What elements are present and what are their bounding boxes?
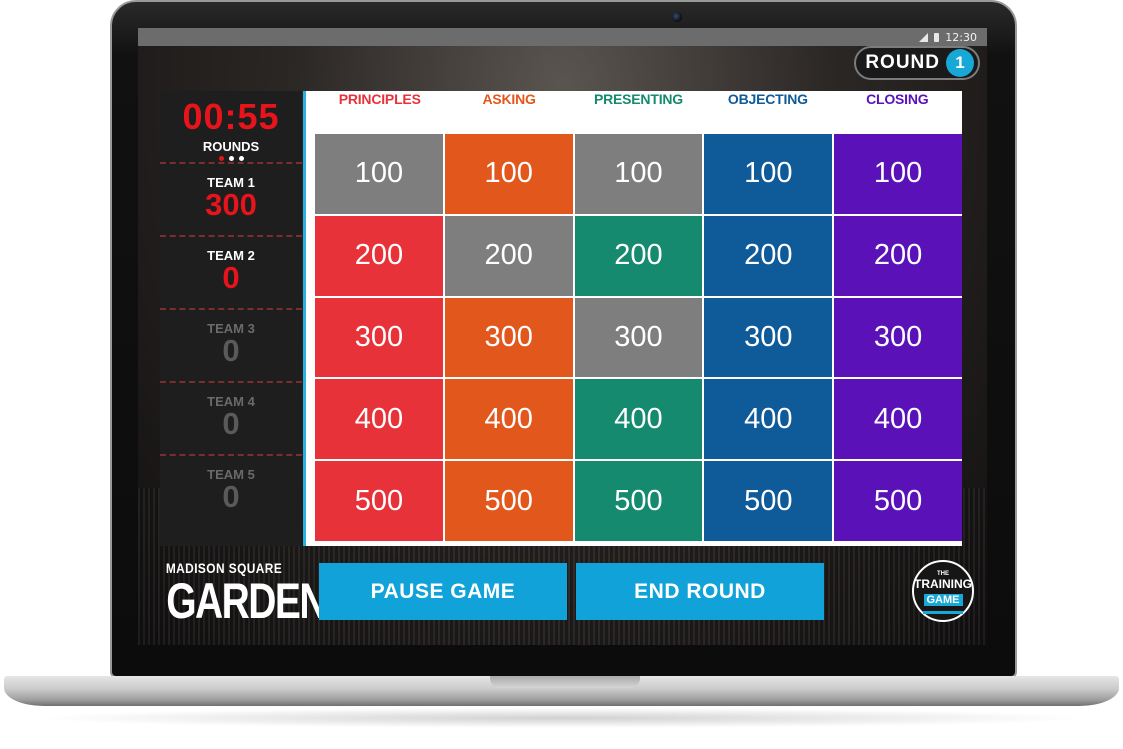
round-dot [218, 156, 224, 161]
logo-underline [923, 611, 963, 614]
category-closing: CLOSING [866, 91, 929, 107]
question-tile[interactable]: 400 [834, 379, 962, 460]
team-2-card: TEAM 2 0 [160, 237, 302, 310]
camera-icon [672, 12, 682, 22]
question-tile[interactable]: 100 [574, 134, 703, 214]
team-score: 0 [222, 333, 240, 368]
question-tile[interactable]: 500 [444, 461, 573, 541]
game-screen: 12:30 ROUND 1 00:55 ROUNDS TEAM 1 300 TE… [138, 28, 987, 645]
pause-game-button[interactable]: PAUSE GAME [319, 563, 567, 620]
question-tile[interactable]: 100 [315, 134, 443, 214]
round-dot [228, 156, 234, 161]
round-indicator: ROUND 1 [854, 46, 980, 80]
question-tile[interactable]: 200 [704, 215, 833, 296]
category-objecting: OBJECTING [727, 91, 808, 107]
battery-icon [934, 32, 940, 42]
question-tile[interactable]: 500 [315, 461, 443, 541]
category-asking: ASKING [482, 91, 536, 107]
question-tile[interactable]: 300 [704, 297, 833, 378]
question-tile[interactable]: 200 [315, 215, 443, 296]
question-tile[interactable]: 500 [704, 461, 833, 541]
team-score: 300 [205, 187, 257, 222]
game-board: PRINCIPLES ASKING PRESENTING OBJECTING C… [303, 91, 962, 546]
team-score: 0 [222, 479, 240, 514]
question-tile[interactable]: 500 [834, 461, 962, 541]
rounds-label: ROUNDS [202, 139, 260, 154]
question-tile[interactable]: 100 [444, 134, 573, 214]
team-score: 0 [222, 260, 240, 295]
status-time: 12:30 [945, 30, 977, 44]
training-game-logo: THE TRAINING GAME [912, 560, 974, 622]
question-tile[interactable]: 100 [704, 134, 833, 214]
logo-game: GAME [923, 594, 963, 606]
round-number-badge: 1 [946, 49, 974, 77]
question-tile[interactable]: 300 [834, 297, 962, 378]
team-5-card: TEAM 5 0 [160, 456, 302, 529]
question-tile[interactable]: 400 [704, 379, 833, 460]
category-header-row: PRINCIPLES ASKING PRESENTING OBJECTING C… [315, 91, 962, 133]
countdown-timer: 00:55 [182, 96, 280, 137]
team-1-card: TEAM 1 300 [160, 164, 302, 237]
question-tile[interactable]: 400 [444, 379, 573, 460]
round-label: ROUND [865, 52, 940, 73]
team-3-card: TEAM 3 0 [160, 310, 302, 383]
question-tile[interactable]: 300 [444, 297, 573, 378]
laptop-base [4, 676, 1119, 706]
end-round-button[interactable]: END ROUND [576, 563, 824, 620]
question-grid: 100 100 100 100 100 200 200 200 200 200 300 300 300 3… [315, 134, 962, 541]
signal-icon [919, 32, 929, 42]
question-tile[interactable]: 200 [834, 215, 962, 296]
venue-logo-bottom: GARDEN [166, 573, 327, 629]
category-presenting: PRESENTING [593, 91, 683, 107]
team-score: 0 [222, 406, 240, 441]
madison-square-garden-logo: MADISON SQUARE GARDEN [150, 560, 328, 632]
question-tile[interactable]: 400 [315, 379, 443, 460]
question-tile[interactable]: 200 [444, 215, 573, 296]
question-tile[interactable]: 300 [315, 297, 443, 378]
question-tile[interactable]: 200 [574, 215, 703, 296]
team-4-card: TEAM 4 0 [160, 383, 302, 456]
question-tile[interactable]: 500 [574, 461, 703, 541]
laptop-notch [490, 676, 640, 688]
rounds-progress [160, 156, 302, 161]
round-dot [238, 156, 244, 161]
score-panel: 00:55 ROUNDS TEAM 1 300 TEAM 2 0 TEAM 3 … [160, 91, 302, 546]
laptop-shadow [30, 708, 1093, 728]
category-principles: PRINCIPLES [338, 91, 421, 107]
logo-training: TRAINING [914, 577, 972, 591]
question-tile[interactable]: 100 [834, 134, 962, 214]
question-tile[interactable]: 300 [574, 297, 703, 378]
status-bar: 12:30 [138, 28, 987, 46]
timer-cell: 00:55 ROUNDS [160, 91, 302, 164]
question-tile[interactable]: 400 [574, 379, 703, 460]
